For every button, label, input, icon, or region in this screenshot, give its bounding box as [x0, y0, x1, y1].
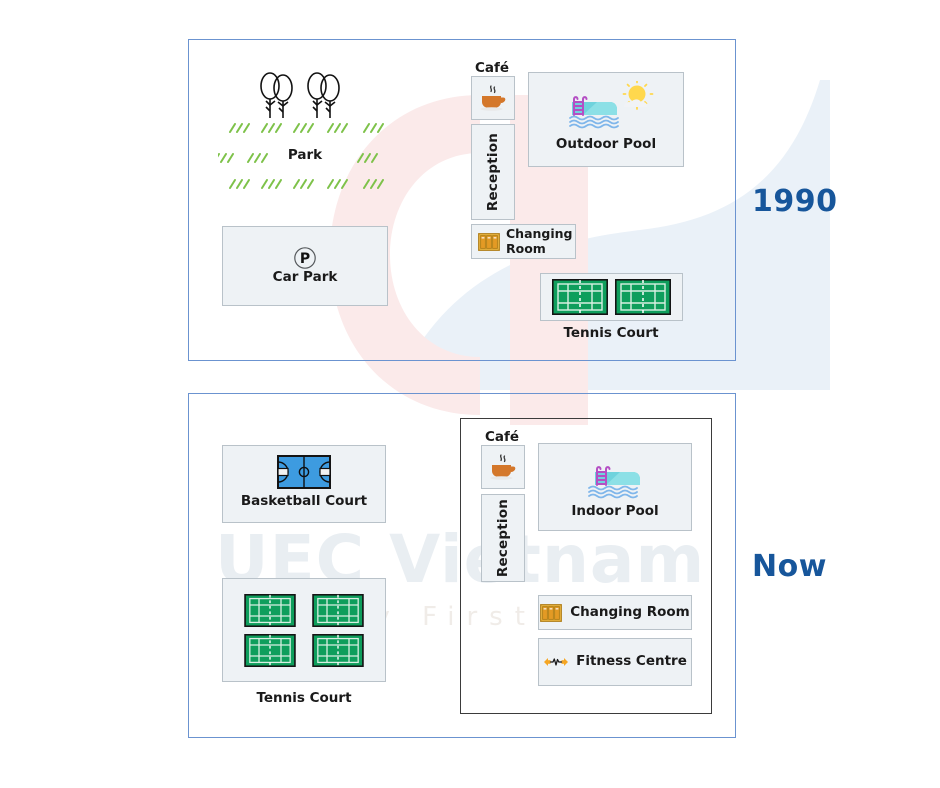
cafe-box-1990[interactable]	[471, 76, 515, 120]
parking-p-icon: P	[293, 246, 317, 270]
car-park-box[interactable]: P Car Park	[222, 226, 388, 306]
basketball-court-box[interactable]: Basketball Court	[222, 445, 386, 523]
tennis-court-label-now: Tennis Court	[256, 690, 352, 706]
reception-label-now: Reception	[495, 498, 511, 578]
changing-room-label-line1: Changing	[506, 226, 573, 242]
sun-icon	[622, 79, 654, 110]
changing-room-label-now: Changing Room	[570, 603, 690, 620]
lockers-icon	[478, 232, 500, 251]
tennis-court-icon	[244, 593, 296, 627]
outdoor-pool-box[interactable]: Outdoor Pool	[528, 72, 684, 167]
era-label-now: Now	[752, 549, 827, 584]
cafe-box-now[interactable]	[481, 445, 525, 489]
reception-box-1990[interactable]: Reception	[471, 124, 515, 220]
changing-room-label-1990: Changing Room	[506, 226, 573, 256]
basketball-court-label: Basketball Court	[240, 493, 368, 509]
basketball-court-icon	[277, 455, 331, 489]
tennis-court-icon	[312, 593, 364, 627]
tennis-court-icon	[244, 633, 296, 667]
reception-label-1990: Reception	[485, 132, 501, 212]
tennis-court-label-1990: Tennis Court	[563, 325, 659, 341]
svg-text:P: P	[300, 251, 310, 267]
cafe-label-1990: Café	[474, 60, 510, 76]
changing-room-label-line2: Room	[506, 240, 546, 256]
tennis-court-box-1990[interactable]	[540, 273, 683, 321]
car-park-label: Car Park	[272, 269, 338, 286]
reception-box-now[interactable]: Reception	[481, 494, 525, 582]
lockers-icon	[540, 603, 563, 622]
dumbbell-icon	[543, 654, 569, 670]
indoor-pool-label: Indoor Pool	[571, 503, 659, 519]
tennis-court-grid	[244, 593, 364, 667]
outdoor-pool-label: Outdoor Pool	[555, 136, 657, 152]
fitness-centre-box[interactable]: Fitness Centre	[538, 638, 692, 686]
changing-room-box-now[interactable]: Changing Room	[538, 595, 692, 630]
changing-room-box-1990[interactable]: Changing Room	[471, 224, 576, 259]
tennis-court-icon	[552, 279, 609, 316]
park-label: Park	[287, 147, 323, 163]
tennis-court-icon	[615, 279, 672, 316]
era-label-1990: 1990	[752, 184, 838, 219]
tennis-court-icon	[312, 633, 364, 667]
swimming-pool-sun-icon	[550, 79, 662, 133]
cafe-label-now: Café	[484, 429, 520, 445]
tennis-court-box-now[interactable]	[222, 578, 386, 682]
fitness-centre-label: Fitness Centre	[576, 653, 687, 670]
swimming-pool-icon	[575, 452, 655, 500]
coffee-cup-icon	[478, 83, 508, 113]
indoor-pool-box[interactable]: Indoor Pool	[538, 443, 692, 531]
trees-icon	[250, 72, 342, 120]
coffee-cup-icon	[488, 452, 518, 482]
